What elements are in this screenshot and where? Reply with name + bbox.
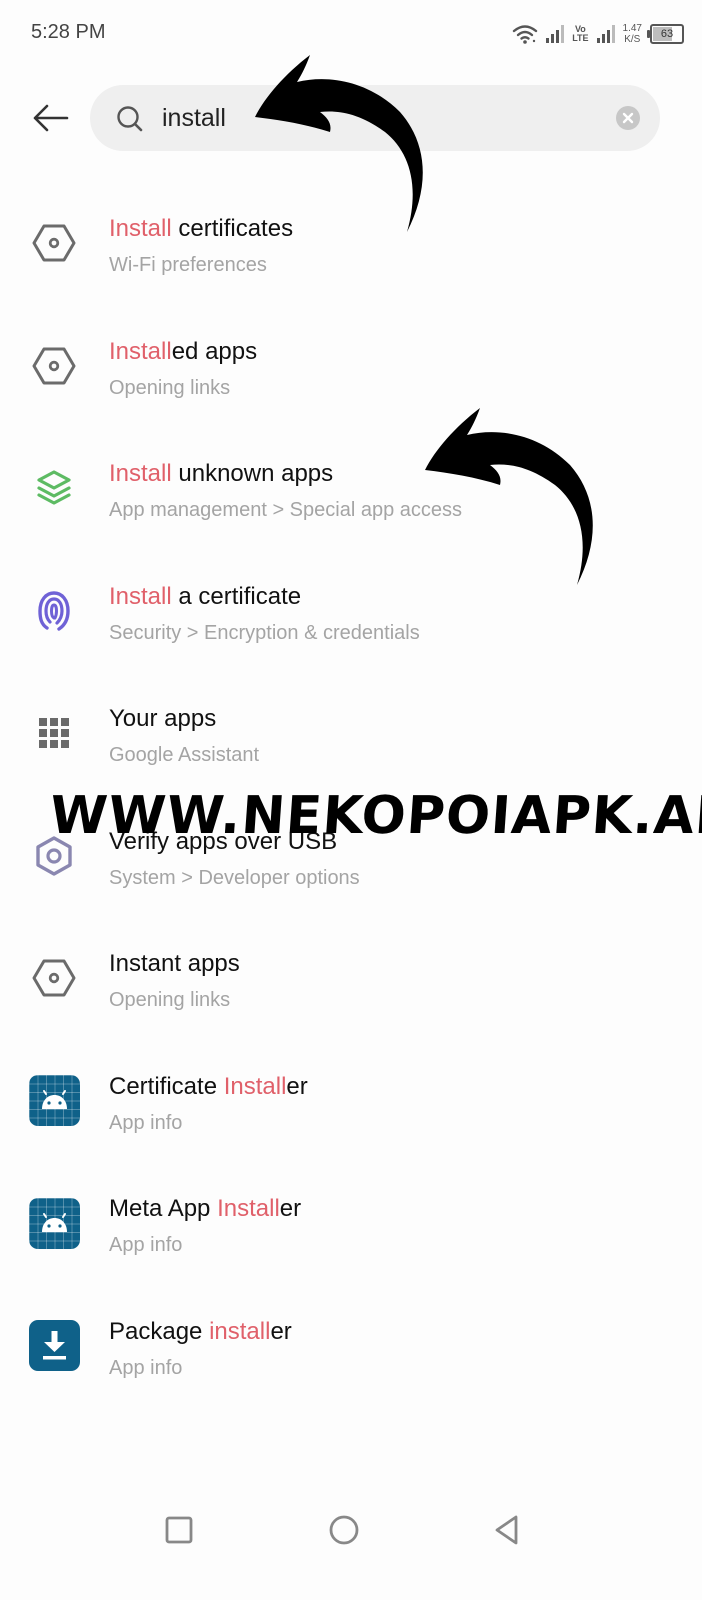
result-your-apps[interactable]: Your apps Google Assistant: [0, 675, 702, 798]
result-title: Certificate Installer: [109, 1072, 308, 1100]
android-app-icon: [28, 1075, 80, 1127]
triangle-back-icon: [495, 1515, 518, 1545]
nav-back-button[interactable]: [485, 1508, 529, 1552]
search-input[interactable]: [162, 98, 592, 138]
circle-home-icon: [329, 1515, 359, 1545]
status-bar: 5:28 PM Vo LTE 1.47 K/S 63: [0, 0, 702, 70]
result-title: Install certificates: [109, 215, 294, 242]
result-subtitle: System > Developer options: [109, 866, 360, 889]
result-certificate-installer[interactable]: Certificate Installer App info: [0, 1043, 702, 1166]
result-meta-app-installer[interactable]: Meta App Installer App info: [0, 1165, 702, 1288]
speed-unit: K/S: [624, 34, 641, 45]
result-subtitle: App info: [109, 1111, 183, 1134]
result-subtitle: App info: [109, 1234, 183, 1256]
android-app-icon: [28, 1197, 80, 1249]
result-title: Meta App Installer: [109, 1195, 302, 1222]
battery-level: 63: [660, 28, 674, 40]
result-title: Install unknown apps: [109, 460, 334, 487]
square-recents-icon: [165, 1516, 193, 1544]
result-subtitle: Opening links: [109, 989, 231, 1011]
volte-icon: Vo LTE: [572, 25, 588, 43]
recents-button[interactable]: [157, 1508, 201, 1552]
result-subtitle: Wi-Fi preferences: [109, 254, 267, 276]
clear-search-button[interactable]: [616, 106, 640, 130]
result-install-a-certificate[interactable]: Install a certificate Security > Encrypt…: [0, 553, 702, 676]
status-time: 5:28 PM: [31, 21, 106, 43]
result-subtitle: App management > Special app access: [109, 499, 462, 521]
result-subtitle: Security > Encryption & credentials: [109, 621, 420, 644]
result-subtitle: Google Assistant: [109, 744, 260, 766]
signal-icon: [546, 25, 565, 43]
clear-circle-icon: [622, 112, 634, 124]
result-install-unknown-apps[interactable]: Install unknown apps App management > Sp…: [0, 430, 702, 553]
search-results-list: Install certificates Wi-Fi preferences I…: [0, 185, 702, 1410]
result-verify-apps-over-usb[interactable]: Verify apps over USB System > Developer …: [0, 798, 702, 921]
hexagon-settings-icon: [28, 217, 80, 269]
hexagon-settings-icon: [28, 952, 80, 1004]
hexagon-settings-icon: [28, 830, 80, 882]
speed-value: 1.47: [622, 23, 642, 34]
fingerprint-icon: [28, 585, 80, 637]
result-title: Your apps: [109, 705, 217, 732]
result-instant-apps[interactable]: Instant apps Opening links: [0, 920, 702, 1043]
result-title: Verify apps over USB: [109, 827, 338, 855]
volte-bottom: LTE: [572, 33, 589, 43]
result-title: Package installer: [109, 1317, 292, 1345]
navigation-bar: [0, 1478, 702, 1578]
wifi-icon: [512, 24, 538, 44]
arrow-left-icon: [33, 104, 69, 132]
result-title: Instant apps: [109, 950, 240, 977]
result-installed-apps[interactable]: Installed apps Opening links: [0, 308, 702, 431]
signal-icon-2: [596, 25, 615, 43]
status-icons: Vo LTE 1.47 K/S 63: [512, 18, 684, 50]
hexagon-settings-icon: [28, 340, 80, 392]
result-subtitle: Opening links: [109, 376, 231, 399]
layers-icon: [28, 462, 80, 514]
result-subtitle: App info: [109, 1356, 183, 1379]
result-title: Install a certificate: [109, 582, 302, 610]
battery-icon: 63: [647, 24, 684, 44]
network-speed: 1.47 K/S: [623, 23, 642, 45]
result-title: Installed apps: [109, 337, 258, 365]
download-app-icon: [28, 1320, 80, 1372]
result-package-installer[interactable]: Package installer App info: [0, 1288, 702, 1411]
back-button[interactable]: [28, 96, 72, 140]
search-icon: [116, 105, 144, 138]
search-bar[interactable]: [90, 85, 660, 151]
result-install-certificates[interactable]: Install certificates Wi-Fi preferences: [0, 185, 702, 308]
apps-grid-icon: [28, 707, 80, 759]
home-button[interactable]: [322, 1508, 366, 1552]
